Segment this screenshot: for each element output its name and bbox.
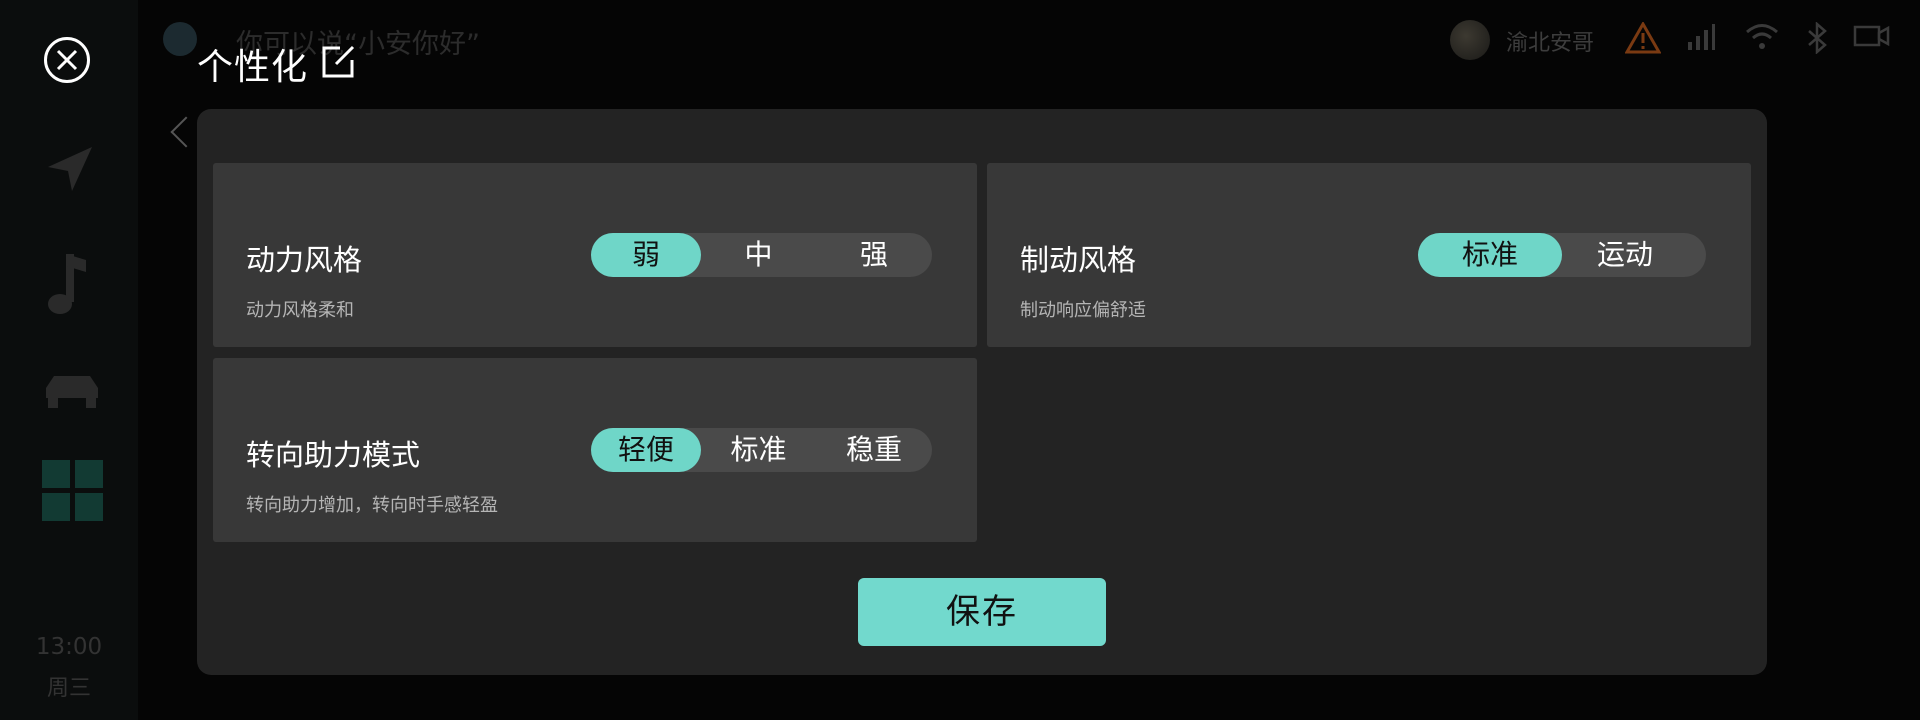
steering-assist-option-heavy[interactable]: 稳重 [816,428,932,472]
wifi-icon [1746,24,1778,49]
power-style-option-medium[interactable]: 中 [701,233,816,277]
steering-assist-card: 转向助力模式 转向助力增加，转向时手感轻盈 轻便 标准 稳重 [213,358,977,542]
power-style-card: 动力风格 动力风格柔和 弱 中 强 [213,163,977,347]
apps-icon[interactable] [42,460,104,522]
power-style-description: 动力风格柔和 [246,300,354,321]
steering-assist-option-standard[interactable]: 标准 [701,428,816,472]
brake-style-selector: 标准 运动 [1418,233,1706,277]
voice-assistant-icon[interactable] [163,22,197,56]
warning-icon [1625,22,1661,54]
user-name: 渝北安哥 [1506,31,1595,56]
power-style-title: 动力风格 [246,243,363,277]
power-style-selector: 弱 中 强 [591,233,932,277]
car-icon[interactable] [42,368,102,412]
navigation-icon[interactable] [42,143,96,197]
brake-style-card: 制动风格 制动响应偏舒适 标准 运动 [987,163,1751,347]
brake-style-option-standard[interactable]: 标准 [1418,233,1562,277]
power-style-option-weak[interactable]: 弱 [591,233,701,277]
camera-icon [1853,25,1890,47]
close-button[interactable] [44,37,90,83]
sidebar: 13:00 周三 [0,0,138,720]
clock-weekday: 周三 [46,676,91,701]
modal-title: 个性化 [197,47,309,88]
signal-icon [1688,24,1715,50]
brake-style-title: 制动风格 [1020,243,1137,277]
music-icon[interactable] [42,250,96,320]
edit-icon[interactable] [320,44,356,80]
steering-assist-selector: 轻便 标准 稳重 [591,428,932,472]
brake-style-option-sport[interactable]: 运动 [1562,233,1688,277]
settings-panel: 动力风格 动力风格柔和 弱 中 强 制动风格 制动响应偏舒适 标准 运动 转向助… [197,109,1767,675]
steering-assist-option-light[interactable]: 轻便 [591,428,701,472]
steering-assist-description: 转向助力增加，转向时手感轻盈 [246,495,498,516]
steering-assist-title: 转向助力模式 [246,438,421,472]
power-style-option-strong[interactable]: 强 [816,233,932,277]
close-icon [56,49,78,71]
avatar[interactable] [1450,20,1490,60]
bluetooth-icon [1808,22,1827,54]
save-button[interactable]: 保存 [858,578,1106,646]
clock-time: 13:00 [35,634,103,660]
brake-style-description: 制动响应偏舒适 [1020,300,1146,321]
